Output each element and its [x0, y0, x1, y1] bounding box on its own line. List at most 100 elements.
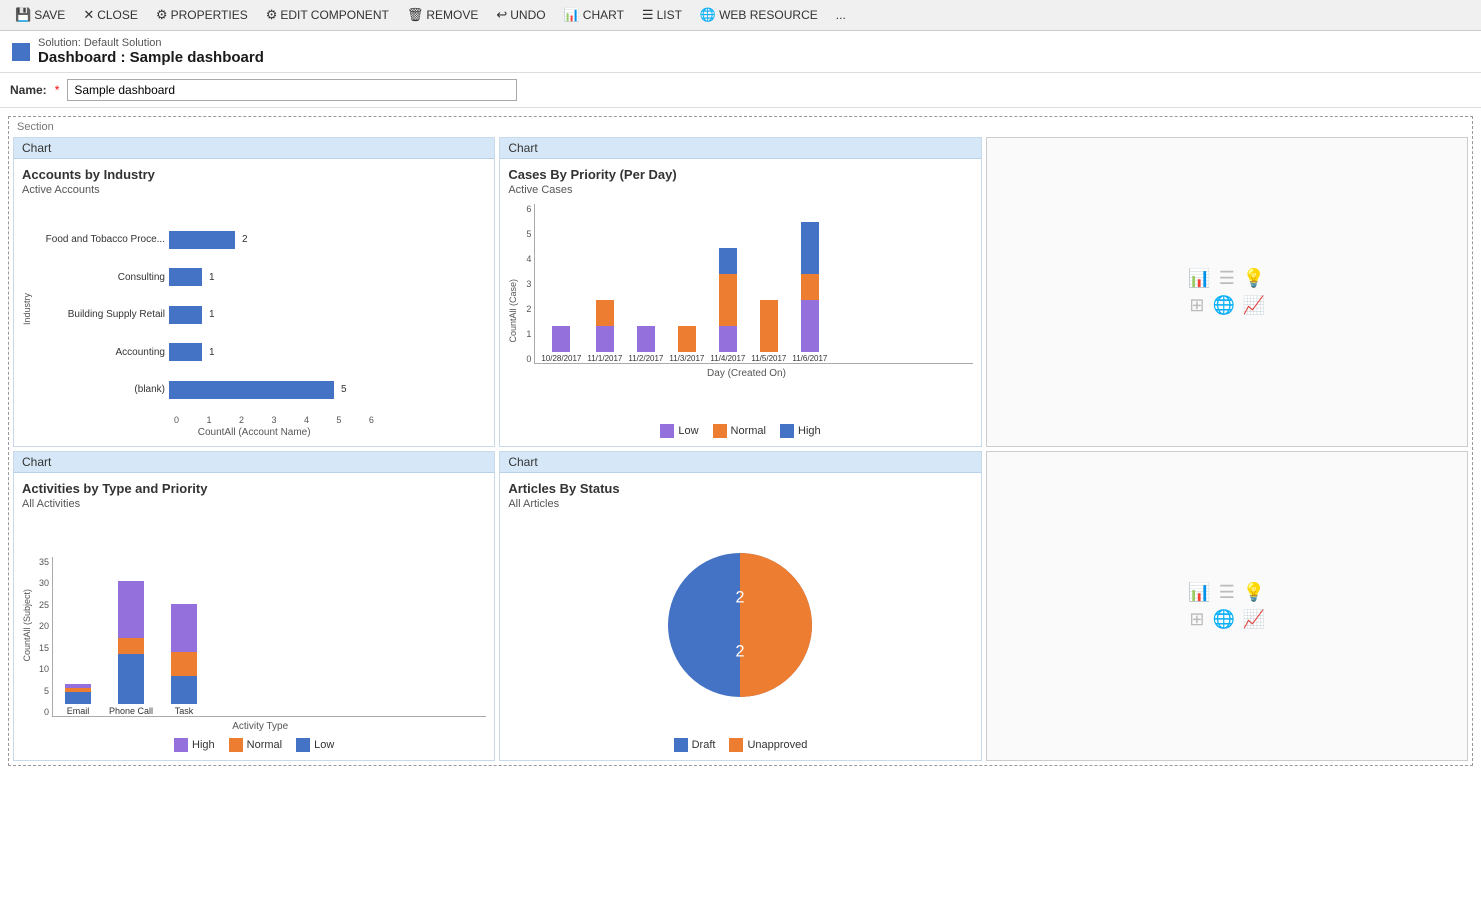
bar-stack [596, 300, 614, 352]
legend-label-high: High [192, 739, 215, 751]
legend-color-unapproved [729, 738, 743, 752]
legend-label-low: Low [678, 425, 698, 437]
chart4-title: Articles By Status [508, 481, 972, 496]
area-chart-icon2[interactable]: 📈 [1243, 609, 1265, 630]
bar-chart-icon2[interactable]: 📊 [1188, 582, 1210, 603]
chart3-header: Chart [14, 452, 494, 473]
chart4-legend: Draft Unapproved [508, 738, 972, 752]
dashboard-icon [10, 41, 32, 63]
bar-xlabel: 11/1/2017 [587, 354, 622, 363]
list-button[interactable]: ☰ LIST [635, 4, 689, 26]
required-indicator: * [55, 83, 60, 97]
bulb-icon[interactable]: 💡 [1243, 268, 1265, 289]
chart3-ylabel: CountAll (Subject) [22, 589, 32, 662]
chart-cell-accounts: Chart Accounts by Industry Active Accoun… [13, 137, 495, 447]
properties-button[interactable]: ⚙ PROPERTIES [149, 4, 255, 26]
bar-low [171, 676, 197, 704]
legend-color-low [660, 424, 674, 438]
chart3-body: Activities by Type and Priority All Acti… [14, 473, 494, 760]
save-icon: 💾 [15, 7, 31, 23]
web-resource-button[interactable]: 🌐 WEB RESOURCE [693, 4, 825, 26]
table-icon[interactable]: ⊞ [1189, 295, 1204, 316]
section-label: Section [13, 121, 1468, 133]
legend-high: High [780, 424, 821, 438]
chart-cell-articles: Chart Articles By Status All Articles 2 … [499, 451, 981, 761]
globe-icon[interactable]: 🌐 [1212, 295, 1234, 316]
edit-icon: ⚙ [266, 7, 278, 23]
bar-low [118, 654, 144, 704]
legend-high-act: High [174, 738, 215, 752]
chart1-body: Accounts by Industry Active Accounts Ind… [14, 159, 494, 446]
chart-button[interactable]: 📊 CHART [557, 4, 631, 26]
bar-stack [637, 326, 655, 352]
close-button[interactable]: ✕ CLOSE [76, 4, 145, 26]
chart4-body: Articles By Status All Articles 2 2 [500, 473, 980, 760]
legend-low: Low [660, 424, 698, 438]
empty-cell-1: 📊 ☰ 💡 ⊞ 🌐 📈 [986, 137, 1468, 447]
chart1-header: Chart [14, 138, 494, 159]
bar-high [719, 248, 737, 274]
bar-xlabel-task: Task [175, 706, 194, 716]
chart1-subtitle: Active Accounts [22, 184, 486, 196]
legend-color-low [296, 738, 310, 752]
bar-group: 11/5/2017 [751, 300, 786, 363]
legend-unapproved: Unapproved [729, 738, 807, 752]
bar-group: 11/6/2017 [792, 222, 827, 363]
bar-xlabel-email: Email [67, 706, 90, 716]
undo-icon: ↩ [496, 7, 507, 23]
table-icon2[interactable]: ⊞ [1189, 609, 1204, 630]
bar-normal [719, 274, 737, 326]
bar-row: (blank) 5 [35, 381, 486, 399]
chart2-xlabel: Day (Created On) [520, 368, 972, 379]
list-icon: ☰ [642, 7, 654, 23]
bar-xlabel: 11/5/2017 [751, 354, 786, 363]
chart-icon: 📊 [564, 7, 580, 23]
chart1-ylabel: Industry [22, 293, 32, 325]
bar-stack [552, 326, 570, 352]
dashboard-title: Dashboard : Sample dashboard [38, 49, 264, 66]
bar-low [719, 326, 737, 352]
bar-high [801, 222, 819, 274]
legend-normal: Normal [713, 424, 766, 438]
bar-stack [760, 300, 778, 352]
chart3-right: 0 5 10 15 20 25 30 35 [34, 518, 486, 732]
bar-value-bar [169, 268, 202, 286]
bar-value: 1 [209, 309, 215, 320]
bar-row: Consulting 1 [35, 268, 486, 286]
edit-component-button[interactable]: ⚙ EDIT COMPONENT [259, 4, 396, 26]
bar-chart-icon[interactable]: 📊 [1188, 268, 1210, 289]
empty-icons-1: 📊 ☰ 💡 ⊞ 🌐 📈 [1188, 268, 1265, 316]
legend-draft: Draft [674, 738, 716, 752]
name-input[interactable] [67, 79, 517, 101]
legend-label-draft: Draft [692, 739, 716, 751]
area-chart-icon[interactable]: 📈 [1243, 295, 1265, 316]
bar-group-task: Task [171, 604, 197, 716]
bar-xlabel: 11/3/2017 [669, 354, 704, 363]
bar-label: (blank) [35, 384, 165, 395]
trash-icon: 🗑 [407, 7, 424, 23]
bar-low [801, 300, 819, 352]
bulb-icon2[interactable]: 💡 [1243, 582, 1265, 603]
bar-xlabel: 10/28/2017 [541, 354, 581, 363]
chart2-subtitle: Active Cases [508, 184, 972, 196]
chart2-bars: 10/28/2017 11/1/2017 [534, 204, 972, 364]
undo-button[interactable]: ↩ UNDO [489, 4, 552, 26]
close-icon: ✕ [83, 7, 94, 23]
legend-color-normal [713, 424, 727, 438]
more-button[interactable]: ... [829, 5, 853, 25]
bar-xlabel: 11/4/2017 [710, 354, 745, 363]
remove-button[interactable]: 🗑 REMOVE [400, 4, 486, 26]
solution-label: Solution: Default Solution [38, 37, 264, 49]
icon-row-top2: 📊 ☰ 💡 [1188, 582, 1265, 603]
name-label: Name: [10, 83, 47, 97]
globe-icon2[interactable]: 🌐 [1212, 609, 1234, 630]
list-icon[interactable]: ☰ [1219, 268, 1235, 289]
chart2-body: Cases By Priority (Per Day) Active Cases… [500, 159, 980, 446]
chart2-yticks: 0 1 2 3 4 5 6 [520, 204, 534, 364]
chart4-header: Chart [500, 452, 980, 473]
save-button[interactable]: 💾 SAVE [8, 4, 72, 26]
chart-cell-cases: Chart Cases By Priority (Per Day) Active… [499, 137, 981, 447]
bar-label: Consulting [35, 272, 165, 283]
bar-normal [596, 300, 614, 326]
list-icon2[interactable]: ☰ [1219, 582, 1235, 603]
